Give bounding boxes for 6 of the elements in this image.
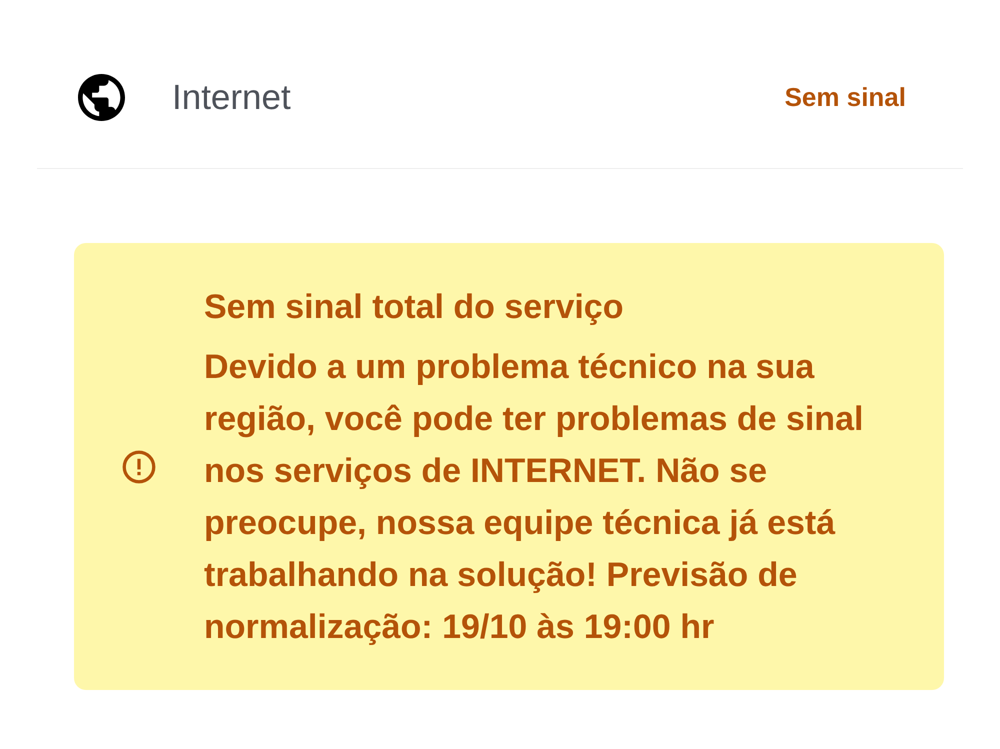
globe-icon	[78, 74, 125, 120]
warning-icon	[121, 448, 157, 484]
status-text: Sem sinal	[784, 84, 906, 110]
alert-title: Sem sinal total do serviço	[204, 286, 624, 328]
row-label: Internet	[172, 80, 291, 114]
alert-message: Devido a um problema técnico na sua região, você pode ter problemas de sinal nos serviços de INTERNET. Não se preocupe, nossa equipe técnica já está trabalhando na solução! Previsão de normalização: 19/10 às 19:00 hr	[204, 346, 864, 648]
